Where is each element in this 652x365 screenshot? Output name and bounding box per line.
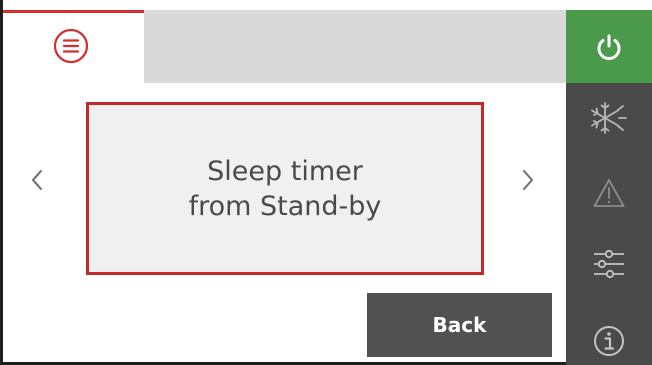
- card-title-line-2: from Stand-by: [188, 190, 382, 222]
- power-button[interactable]: [566, 10, 652, 83]
- warning-icon: [593, 179, 625, 207]
- chevron-right-icon: [523, 170, 533, 190]
- card-title-line-1: Sleep timer: [207, 155, 363, 187]
- climate-mode-button[interactable]: [566, 90, 652, 146]
- alarm-button[interactable]: [566, 166, 652, 220]
- power-icon: [597, 34, 621, 60]
- previous-button[interactable]: [25, 160, 49, 200]
- info-button[interactable]: [566, 316, 652, 365]
- sidebar: [566, 10, 652, 365]
- header-bar: [144, 10, 566, 83]
- settings-button[interactable]: [566, 236, 652, 292]
- sleep-timer-option-card[interactable]: Sleep timer from Stand-by: [86, 102, 484, 275]
- fan-snowflake-sun-icon: [591, 102, 627, 134]
- next-button[interactable]: [516, 160, 540, 200]
- info-icon: [594, 325, 624, 356]
- back-button[interactable]: Back: [367, 293, 552, 357]
- sliders-icon: [594, 249, 624, 279]
- device-screen: Sleep timer from Stand-by Back: [0, 0, 652, 365]
- hamburger-menu-icon: [53, 28, 89, 64]
- chevron-left-icon: [32, 170, 42, 190]
- menu-tab[interactable]: [3, 10, 144, 83]
